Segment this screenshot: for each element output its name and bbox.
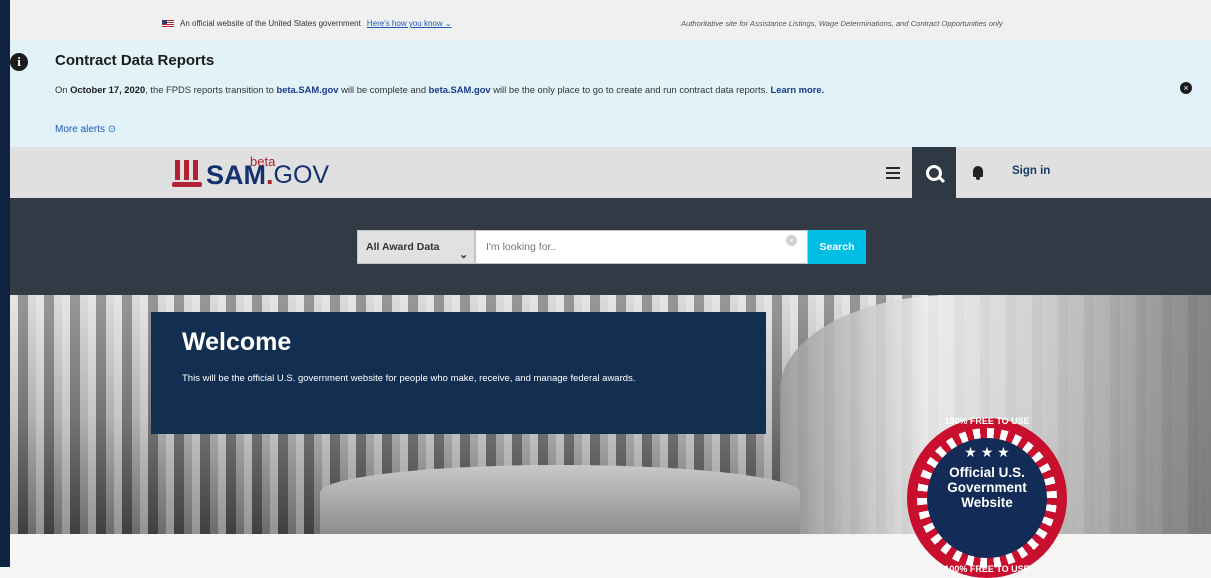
official-website-seal: 100% FREE TO USE ★ ★ ★ Official U.S. Gove… [907, 416, 1067, 578]
beta-label: beta [250, 154, 276, 169]
more-alerts-link[interactable]: More alerts ⊙ [55, 124, 116, 135]
sam-gov-logo[interactable]: SAM. GOV beta [172, 154, 329, 190]
search-input[interactable] [475, 230, 808, 264]
seal-stars: ★ ★ ★ [964, 444, 1010, 460]
award-data-select[interactable]: All Award Data ⌄ [357, 230, 475, 264]
welcome-panel: Welcome This will be the official U.S. g… [151, 312, 766, 434]
seal-top-text: 100% FREE TO USE [944, 416, 1030, 426]
alert-body: On October 17, 2020, the FPDS reports tr… [55, 84, 825, 95]
learn-more-link[interactable]: Learn more. [771, 84, 825, 95]
welcome-title: Welcome [182, 328, 292, 356]
chevron-circle-icon: ⊙ [107, 124, 117, 135]
chevron-down-icon: ⌄ [459, 249, 469, 261]
search-button[interactable]: Search [808, 230, 866, 264]
search-icon[interactable] [912, 147, 956, 198]
info-icon: i [10, 53, 28, 71]
authoritative-site-text: Authoritative site for Assistance Listin… [681, 19, 1003, 28]
beta-sam-link-2[interactable]: beta.SAM.gov [429, 84, 491, 95]
close-icon[interactable]: × [1180, 82, 1192, 94]
gov-banner-left: An official website of the United States… [162, 19, 452, 28]
how-you-know-link[interactable]: Here's how you know ⌄ [367, 19, 452, 28]
official-site-text: An official website of the United States… [180, 19, 361, 28]
welcome-text: This will be the official U.S. governmen… [182, 373, 636, 384]
bell-icon[interactable] [972, 166, 984, 180]
alert-title: Contract Data Reports [55, 52, 215, 69]
hamburger-menu-icon[interactable] [886, 165, 900, 179]
clear-search-icon[interactable]: × [786, 235, 797, 246]
us-flag-icon [162, 19, 174, 28]
alert-date: October 17, 2020 [70, 84, 146, 95]
uncle-sam-hat-icon [172, 160, 202, 190]
sign-in-link[interactable]: Sign in [1012, 165, 1050, 177]
left-page-border [0, 0, 10, 567]
beta-sam-link-1[interactable]: beta.SAM.gov [276, 84, 338, 95]
seal-bottom-text: 100% FREE TO USE [944, 564, 1030, 574]
